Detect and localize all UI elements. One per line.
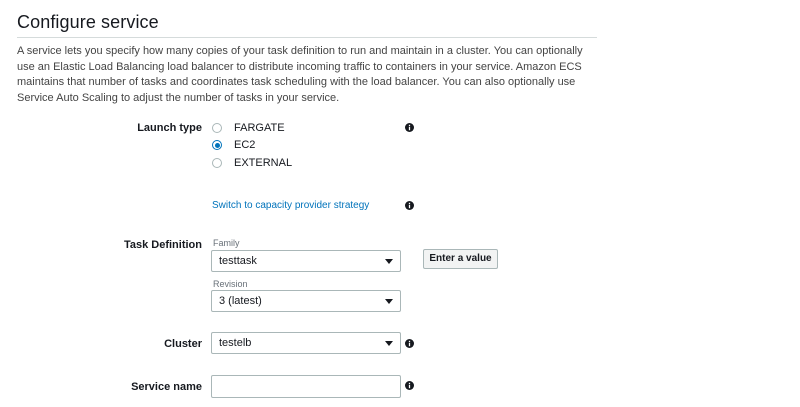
radio-label-ec2: EC2 <box>234 139 256 151</box>
radio-option-ec2[interactable]: EC2 <box>212 138 255 152</box>
cluster-select[interactable]: testelb <box>211 332 401 354</box>
radio-button-ec2[interactable] <box>212 140 222 150</box>
revision-select-value: 3 (latest) <box>219 295 262 307</box>
revision-label: Revision <box>213 279 248 289</box>
cluster-label: Cluster <box>164 338 202 350</box>
radio-option-external[interactable]: EXTERNAL <box>212 156 292 170</box>
page-title: Configure service <box>17 12 159 32</box>
enter-value-button[interactable]: Enter a value <box>423 249 498 269</box>
title-divider <box>17 37 597 38</box>
service-name-input[interactable] <box>211 375 401 398</box>
family-select-value: testtask <box>219 255 257 267</box>
caret-down-icon <box>385 259 393 264</box>
caret-down-icon <box>385 299 393 304</box>
info-icon[interactable] <box>405 123 414 132</box>
radio-label-fargate: FARGATE <box>234 122 285 134</box>
radio-option-fargate[interactable]: FARGATE <box>212 121 285 135</box>
radio-button-external[interactable] <box>212 158 222 168</box>
configure-service-page: Configure service A service lets you spe… <box>0 0 800 407</box>
family-label: Family <box>213 238 240 248</box>
task-definition-label: Task Definition <box>123 239 202 251</box>
page-description: A service lets you specify how many copi… <box>17 45 583 104</box>
service-name-label: Service name <box>131 381 202 393</box>
info-icon[interactable] <box>405 339 414 348</box>
info-icon[interactable] <box>405 381 414 390</box>
cluster-select-value: testelb <box>219 337 252 349</box>
radio-label-external: EXTERNAL <box>234 157 293 169</box>
radio-button-fargate[interactable] <box>212 123 222 133</box>
revision-select[interactable]: 3 (latest) <box>211 290 401 312</box>
family-select[interactable]: testtask <box>211 250 401 272</box>
info-icon[interactable] <box>405 201 414 210</box>
launch-type-label: Launch type <box>137 122 202 134</box>
switch-capacity-provider-link[interactable]: Switch to capacity provider strategy <box>212 200 369 211</box>
caret-down-icon <box>385 341 393 346</box>
